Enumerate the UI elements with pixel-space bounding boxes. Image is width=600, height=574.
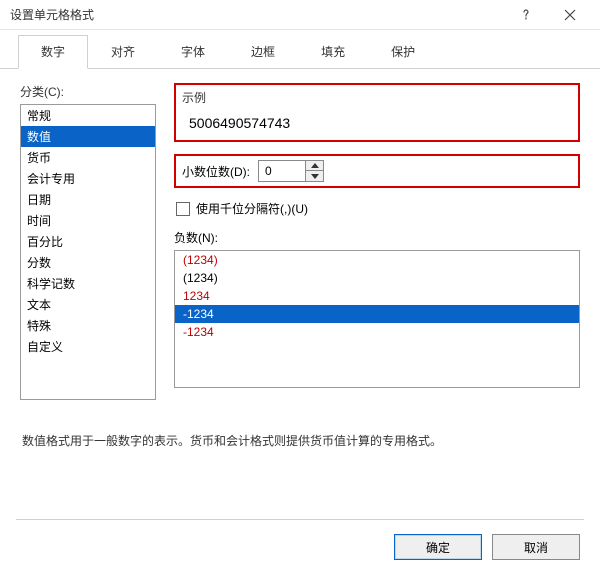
decimals-highlight: 小数位数(D):	[174, 154, 580, 188]
negative-group: 负数(N): (1234) (1234) 1234 -1234 -1234	[174, 229, 580, 388]
category-listbox[interactable]: 常规 数值 货币 会计专用 日期 时间 百分比 分数 科学记数 文本 特殊 自定…	[20, 104, 156, 400]
chevron-up-icon	[311, 163, 319, 168]
window-title: 设置单元格格式	[10, 6, 504, 23]
thousands-label: 使用千位分隔符(,)(U)	[196, 200, 308, 217]
category-item[interactable]: 百分比	[21, 231, 155, 252]
tab-bar: 数字 对齐 字体 边框 填充 保护	[0, 30, 600, 69]
thousands-checkbox[interactable]	[176, 202, 190, 216]
sample-highlight: 示例 5006490574743	[174, 83, 580, 142]
ok-button[interactable]: 确定	[394, 534, 482, 560]
chevron-down-icon	[311, 174, 319, 179]
category-item[interactable]: 数值	[21, 126, 155, 147]
spinner-buttons	[305, 161, 323, 181]
decimals-label: 小数位数(D):	[182, 163, 250, 180]
format-description: 数值格式用于一般数字的表示。货币和会计格式则提供货币值计算的专用格式。	[0, 432, 600, 449]
category-item[interactable]: 会计专用	[21, 168, 155, 189]
help-icon	[520, 9, 532, 21]
cancel-button[interactable]: 取消	[492, 534, 580, 560]
category-item[interactable]: 常规	[21, 105, 155, 126]
negative-item[interactable]: -1234	[175, 305, 579, 323]
sample-value: 5006490574743	[182, 110, 572, 136]
help-button[interactable]	[504, 1, 548, 29]
decimals-input[interactable]	[259, 161, 305, 181]
category-item[interactable]: 特殊	[21, 315, 155, 336]
tab-fill[interactable]: 填充	[298, 35, 368, 69]
close-icon	[564, 9, 576, 21]
category-item[interactable]: 科学记数	[21, 273, 155, 294]
footer: 确定 取消	[0, 520, 600, 574]
negative-label: 负数(N):	[174, 229, 580, 246]
sample-label: 示例	[182, 89, 572, 106]
negative-item[interactable]: (1234)	[175, 269, 579, 287]
category-item[interactable]: 时间	[21, 210, 155, 231]
negative-item[interactable]: -1234	[175, 323, 579, 341]
right-pane: 示例 5006490574743 小数位数(D): 使用千位分隔符(,)(U) …	[156, 83, 580, 400]
titlebar: 设置单元格格式	[0, 0, 600, 30]
spinner-up[interactable]	[306, 161, 323, 171]
category-item[interactable]: 分数	[21, 252, 155, 273]
decimals-row: 小数位数(D):	[182, 160, 572, 182]
dialog-body: 分类(C): 常规 数值 货币 会计专用 日期 时间 百分比 分数 科学记数 文…	[0, 69, 600, 400]
negative-listbox[interactable]: (1234) (1234) 1234 -1234 -1234	[174, 250, 580, 388]
tab-font[interactable]: 字体	[158, 35, 228, 69]
category-item[interactable]: 日期	[21, 189, 155, 210]
category-item[interactable]: 自定义	[21, 336, 155, 357]
thousands-row: 使用千位分隔符(,)(U)	[176, 200, 580, 217]
tab-align[interactable]: 对齐	[88, 35, 158, 69]
spinner-down[interactable]	[306, 171, 323, 181]
negative-item[interactable]: (1234)	[175, 251, 579, 269]
decimals-spinner[interactable]	[258, 160, 324, 182]
negative-item[interactable]: 1234	[175, 287, 579, 305]
category-item[interactable]: 货币	[21, 147, 155, 168]
left-pane: 分类(C): 常规 数值 货币 会计专用 日期 时间 百分比 分数 科学记数 文…	[20, 83, 156, 400]
category-item[interactable]: 文本	[21, 294, 155, 315]
close-button[interactable]	[548, 1, 592, 29]
category-label: 分类(C):	[20, 83, 156, 100]
tab-number[interactable]: 数字	[18, 35, 88, 69]
tab-protect[interactable]: 保护	[368, 35, 438, 69]
tab-border[interactable]: 边框	[228, 35, 298, 69]
